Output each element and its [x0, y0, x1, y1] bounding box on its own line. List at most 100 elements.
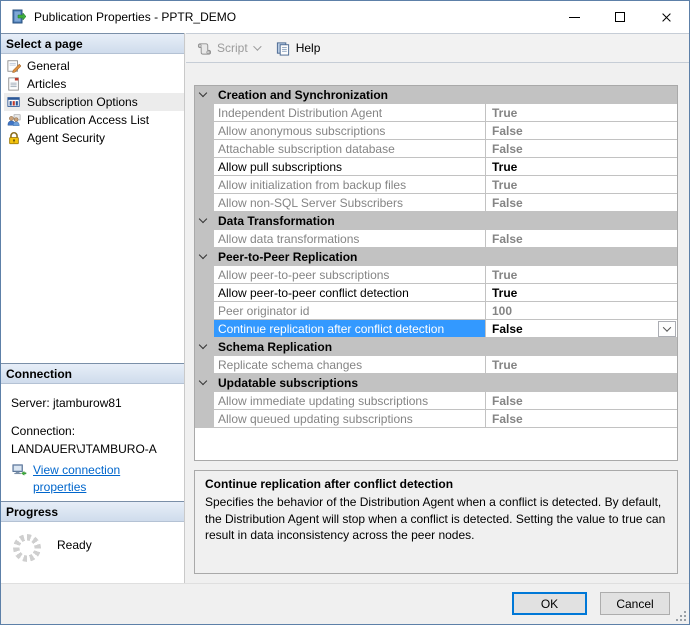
progress-section: Progress Ready — [1, 501, 184, 562]
description-title: Continue replication after conflict dete… — [205, 477, 454, 491]
minimize-button[interactable] — [551, 1, 597, 33]
sidebar-item-articles[interactable]: Articles — [4, 75, 184, 93]
value-dropdown-button[interactable] — [658, 320, 676, 337]
sidebar-item-label: Articles — [27, 77, 67, 91]
row-gutter — [195, 302, 214, 319]
category-row[interactable]: Creation and Synchronization — [195, 86, 677, 104]
category-row[interactable]: Peer-to-Peer Replication — [195, 248, 677, 266]
spinner-icon — [13, 534, 41, 562]
sidebar-item-agent-security[interactable]: Agent Security — [4, 129, 184, 147]
property-description-box: Continue replication after conflict dete… — [194, 470, 678, 574]
property-label: Allow data transformations — [214, 230, 486, 247]
property-row[interactable]: Allow immediate updating subscriptions F… — [195, 392, 677, 410]
property-row[interactable]: Allow non-SQL Server Subscribers False — [195, 194, 677, 212]
property-row[interactable]: Allow peer-to-peer subscriptions True — [195, 266, 677, 284]
property-value[interactable]: False — [486, 410, 677, 427]
script-button[interactable]: Script — [196, 41, 262, 56]
row-gutter — [195, 356, 214, 373]
row-gutter — [195, 122, 214, 139]
property-row[interactable]: Allow initialization from backup files T… — [195, 176, 677, 194]
property-row[interactable]: Replicate schema changes True — [195, 356, 677, 374]
progress-status: Ready — [57, 538, 92, 552]
property-row[interactable]: Allow data transformations False — [195, 230, 677, 248]
general-icon — [6, 58, 22, 74]
property-label: Allow queued updating subscriptions — [214, 410, 486, 427]
property-label: Allow non-SQL Server Subscribers — [214, 194, 486, 211]
property-label: Allow immediate updating subscriptions — [214, 392, 486, 409]
property-label: Data Transformation — [218, 214, 335, 228]
property-value[interactable]: False — [486, 320, 658, 337]
page-list: General Articles Subscription Options Pu… — [1, 54, 184, 147]
sidebar-item-label: General — [27, 59, 70, 73]
subscription-options-icon — [6, 94, 22, 110]
property-row[interactable]: Independent Distribution Agent True — [195, 104, 677, 122]
row-gutter — [195, 194, 214, 211]
maximize-icon — [615, 12, 625, 22]
property-row[interactable]: Continue replication after conflict dete… — [195, 320, 677, 338]
script-icon — [197, 42, 212, 55]
view-connection-properties-link[interactable]: View connection properties — [33, 462, 153, 497]
property-label: Replicate schema changes — [214, 356, 486, 373]
help-label: Help — [295, 41, 321, 55]
maximize-button[interactable] — [597, 1, 643, 33]
row-gutter — [195, 284, 214, 301]
ok-button[interactable]: OK — [512, 592, 587, 615]
publication-properties-dialog: Publication Properties - PPTR_DEMO Selec… — [0, 0, 690, 625]
row-gutter — [195, 104, 214, 121]
sidebar-item-subscription-options[interactable]: Subscription Options — [4, 93, 184, 111]
chevron-down-icon — [662, 322, 672, 332]
toolbar: Script Help — [186, 33, 689, 63]
property-label: Allow peer-to-peer subscriptions — [214, 266, 486, 283]
property-label: Allow peer-to-peer conflict detection — [214, 284, 486, 301]
window-controls — [551, 1, 689, 33]
property-label: Independent Distribution Agent — [214, 104, 486, 121]
chevron-down-icon — [252, 42, 262, 51]
property-value[interactable]: False — [486, 194, 677, 211]
sidebar-item-label: Subscription Options — [27, 95, 138, 109]
resize-grip-icon[interactable] — [675, 610, 687, 622]
property-value[interactable]: False — [486, 140, 677, 157]
help-button[interactable]: Help — [275, 41, 321, 56]
property-label: Peer originator id — [214, 302, 486, 319]
description-body: Specifies the behavior of the Distributi… — [205, 495, 666, 543]
category-row[interactable]: Updatable subscriptions — [195, 374, 677, 392]
property-label: Attachable subscription database — [214, 140, 486, 157]
property-row[interactable]: Attachable subscription database False — [195, 140, 677, 158]
progress-header: Progress — [1, 501, 184, 522]
property-grid: Creation and Synchronization Independent… — [194, 85, 678, 461]
sidebar-item-label: Publication Access List — [27, 113, 150, 127]
property-row[interactable]: Allow peer-to-peer conflict detection Tr… — [195, 284, 677, 302]
category-row[interactable]: Schema Replication — [195, 338, 677, 356]
agent-security-icon — [6, 130, 22, 146]
cancel-button[interactable]: Cancel — [600, 592, 670, 615]
row-gutter — [195, 338, 214, 355]
sidebar-item-label: Agent Security — [27, 131, 106, 145]
close-icon — [661, 12, 672, 23]
property-value[interactable]: False — [486, 230, 677, 247]
property-value[interactable]: True — [486, 176, 677, 193]
sidebar-item-publication-access-list[interactable]: Publication Access List — [4, 111, 184, 129]
property-value[interactable]: True — [486, 266, 677, 283]
property-value[interactable]: False — [486, 122, 677, 139]
connection-header: Connection — [1, 363, 184, 384]
title-bar[interactable]: Publication Properties - PPTR_DEMO — [1, 1, 689, 33]
sidebar: Select a page General Articles Subscript… — [1, 33, 185, 584]
property-value[interactable]: False — [486, 392, 677, 409]
close-button[interactable] — [643, 1, 689, 33]
property-value[interactable]: True — [486, 104, 677, 121]
articles-icon — [6, 76, 22, 92]
property-value[interactable]: 100 — [486, 302, 677, 319]
property-label: Schema Replication — [218, 340, 333, 354]
script-label: Script — [217, 41, 248, 55]
category-row[interactable]: Data Transformation — [195, 212, 677, 230]
property-row[interactable]: Allow queued updating subscriptions Fals… — [195, 410, 677, 428]
property-value[interactable]: True — [486, 158, 677, 175]
property-row[interactable]: Allow anonymous subscriptions False — [195, 122, 677, 140]
sidebar-item-general[interactable]: General — [4, 57, 184, 75]
property-row[interactable]: Peer originator id 100 — [195, 302, 677, 320]
property-row[interactable]: Allow pull subscriptions True — [195, 158, 677, 176]
property-label: Creation and Synchronization — [218, 88, 389, 102]
property-value[interactable]: True — [486, 356, 677, 373]
property-value[interactable]: True — [486, 284, 677, 301]
publication-access-icon — [6, 112, 22, 128]
